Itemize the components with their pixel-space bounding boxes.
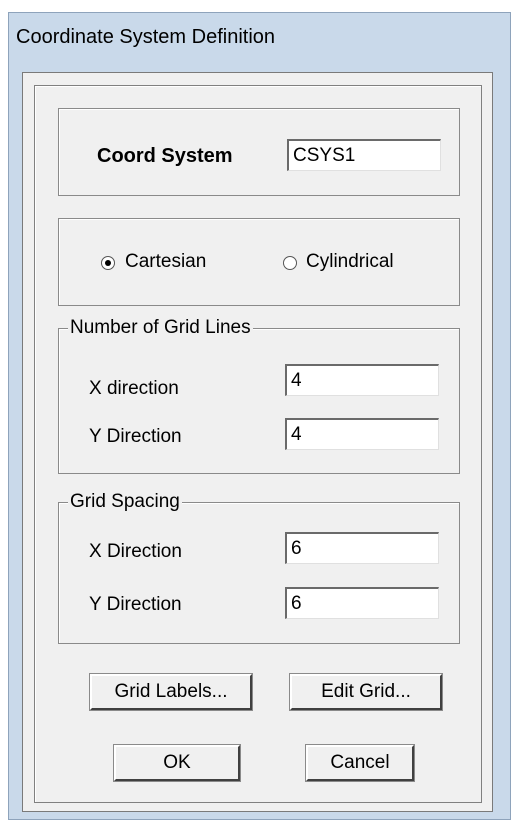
grid-spacing-y-input[interactable] [285,587,439,619]
grid-lines-y-input[interactable] [285,418,439,450]
grid-labels-button[interactable]: Grid Labels... [89,673,253,711]
cartesian-radio[interactable] [101,256,115,270]
cylindrical-label: Cylindrical [306,251,394,272]
ok-button[interactable]: OK [113,744,241,782]
grid-spacing-group [58,502,460,644]
grid-spacing-legend: Grid Spacing [68,491,182,513]
grid-spacing-y-label: Y Direction [89,594,182,615]
grid-lines-group [58,328,460,474]
coord-system-input[interactable] [287,139,441,171]
cancel-button[interactable]: Cancel [305,744,415,782]
grid-lines-x-label: X direction [89,378,179,399]
edit-grid-button[interactable]: Edit Grid... [289,673,443,711]
grid-lines-y-label: Y Direction [89,426,182,447]
grid-lines-legend: Number of Grid Lines [68,317,253,339]
cylindrical-radio[interactable] [283,256,297,270]
grid-lines-x-input[interactable] [285,364,439,396]
grid-spacing-x-input[interactable] [285,532,439,564]
coord-system-label: Coord System [97,145,233,167]
dialog-title: Coordinate System Definition [16,26,276,48]
radio-selected-dot [105,260,111,266]
cartesian-label: Cartesian [125,251,207,272]
grid-spacing-x-label: X Direction [89,541,182,562]
system-type-group [58,218,460,306]
